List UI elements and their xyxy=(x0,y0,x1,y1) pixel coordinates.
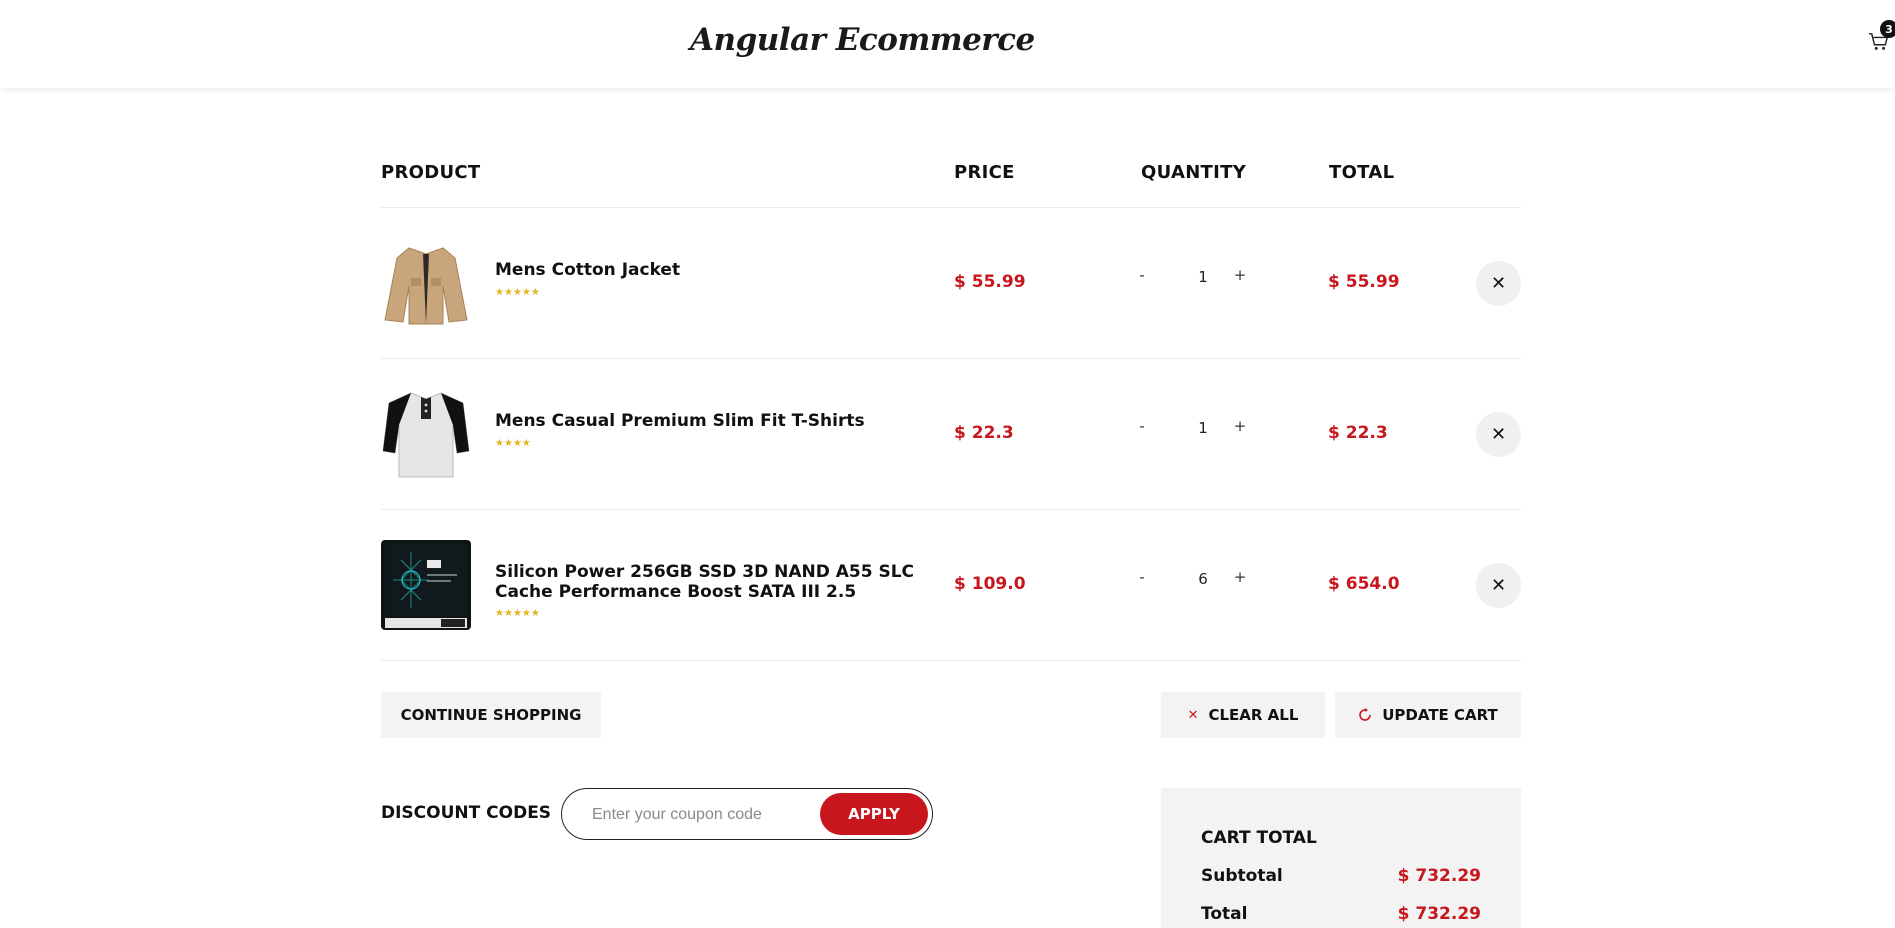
star-icon: ★ xyxy=(521,438,531,449)
refresh-icon xyxy=(1359,708,1372,721)
star-icon: ★ xyxy=(512,287,522,298)
remove-item-button[interactable]: ✕ xyxy=(1476,563,1521,608)
star-icon: ★ xyxy=(512,608,522,619)
product-price: $ 22.3 xyxy=(954,423,1014,443)
product-name[interactable]: Silicon Power 256GB SSD 3D NAND A55 SLC … xyxy=(495,562,935,602)
coupon-input[interactable] xyxy=(590,802,814,828)
star-icon: ★ xyxy=(503,608,513,619)
product-image-tshirt[interactable] xyxy=(381,389,471,479)
quantity-decrease-button[interactable]: - xyxy=(1135,568,1149,586)
star-icon: ★ xyxy=(495,608,504,619)
rating-stars: ★ ★ ★ ★ ★ xyxy=(495,288,540,298)
quantity-increase-button[interactable]: + xyxy=(1233,417,1247,435)
star-icon: ★ xyxy=(530,287,540,298)
brand-logo[interactable]: Angular Ecommerce xyxy=(690,22,1035,58)
continue-shopping-button[interactable]: CONTINUE SHOPPING xyxy=(381,692,601,738)
quantity-value[interactable]: 1 xyxy=(1188,268,1218,286)
apply-coupon-button[interactable]: APPLY xyxy=(820,793,928,835)
cart-count-badge: 3 xyxy=(1880,20,1895,38)
star-icon: ★ xyxy=(503,287,513,298)
product-image-jacket[interactable] xyxy=(381,238,471,328)
total-label: Total xyxy=(1201,904,1248,924)
star-icon: ★ xyxy=(521,287,531,298)
update-cart-label: UPDATE CART xyxy=(1382,706,1498,724)
coupon-form: APPLY xyxy=(561,788,933,840)
cart-total-panel: CART TOTAL Subtotal $ 732.29 Total $ 732… xyxy=(1161,788,1521,928)
quantity-value[interactable]: 6 xyxy=(1188,570,1218,588)
rating-stars: ★ ★ ★ ★ ★ xyxy=(495,609,540,619)
cart-row: Silicon Power 256GB SSD 3D NAND A55 SLC … xyxy=(381,510,1521,660)
product-price: $ 109.0 xyxy=(954,574,1026,594)
star-icon: ★ xyxy=(521,608,531,619)
product-image-ssd[interactable] xyxy=(381,540,471,630)
column-header-quantity: QUANTITY xyxy=(1141,162,1247,183)
clear-all-label: CLEAR ALL xyxy=(1208,706,1299,724)
star-icon: ★ xyxy=(495,287,504,298)
discount-codes-label: DISCOUNT CODES xyxy=(381,803,552,823)
column-header-product: PRODUCT xyxy=(381,162,481,183)
column-header-total: TOTAL xyxy=(1329,162,1395,183)
update-cart-button[interactable]: UPDATE CART xyxy=(1335,692,1521,738)
star-icon: ★ xyxy=(512,438,522,449)
product-name[interactable]: Mens Cotton Jacket xyxy=(495,260,935,280)
line-total: $ 654.0 xyxy=(1328,574,1400,594)
divider xyxy=(381,660,1521,661)
line-total: $ 22.3 xyxy=(1328,423,1388,443)
quantity-value[interactable]: 1 xyxy=(1188,419,1218,437)
quantity-decrease-button[interactable]: - xyxy=(1135,266,1149,284)
quantity-increase-button[interactable]: + xyxy=(1233,568,1247,586)
remove-item-button[interactable]: ✕ xyxy=(1476,412,1521,457)
product-price: $ 55.99 xyxy=(954,272,1026,292)
subtotal-label: Subtotal xyxy=(1201,866,1283,886)
rating-stars: ★ ★ ★ ★ xyxy=(495,439,531,449)
column-header-price: PRICE xyxy=(954,162,1015,183)
star-icon: ★ xyxy=(530,608,540,619)
cart-total-title: CART TOTAL xyxy=(1201,828,1317,848)
line-total: $ 55.99 xyxy=(1328,272,1400,292)
quantity-decrease-button[interactable]: - xyxy=(1135,417,1149,435)
site-header: Angular Ecommerce 3 xyxy=(0,0,1895,88)
cart-row: Mens Cotton Jacket ★ ★ ★ ★ ★ $ 55.99 - 1 + $… xyxy=(381,208,1521,358)
product-name[interactable]: Mens Casual Premium Slim Fit T-Shirts xyxy=(495,411,935,431)
cart-row: Mens Casual Premium Slim Fit T-Shirts ★ ★… xyxy=(381,359,1521,509)
subtotal-value: $ 732.29 xyxy=(1397,866,1481,886)
continue-shopping-label: CONTINUE SHOPPING xyxy=(400,706,582,724)
star-icon: ★ xyxy=(495,438,504,449)
clear-all-button[interactable]: ✕ CLEAR ALL xyxy=(1161,692,1325,738)
total-value: $ 732.29 xyxy=(1397,904,1481,924)
close-icon: ✕ xyxy=(1187,707,1199,723)
quantity-increase-button[interactable]: + xyxy=(1233,266,1247,284)
star-icon: ★ xyxy=(503,438,513,449)
remove-item-button[interactable]: ✕ xyxy=(1476,261,1521,306)
